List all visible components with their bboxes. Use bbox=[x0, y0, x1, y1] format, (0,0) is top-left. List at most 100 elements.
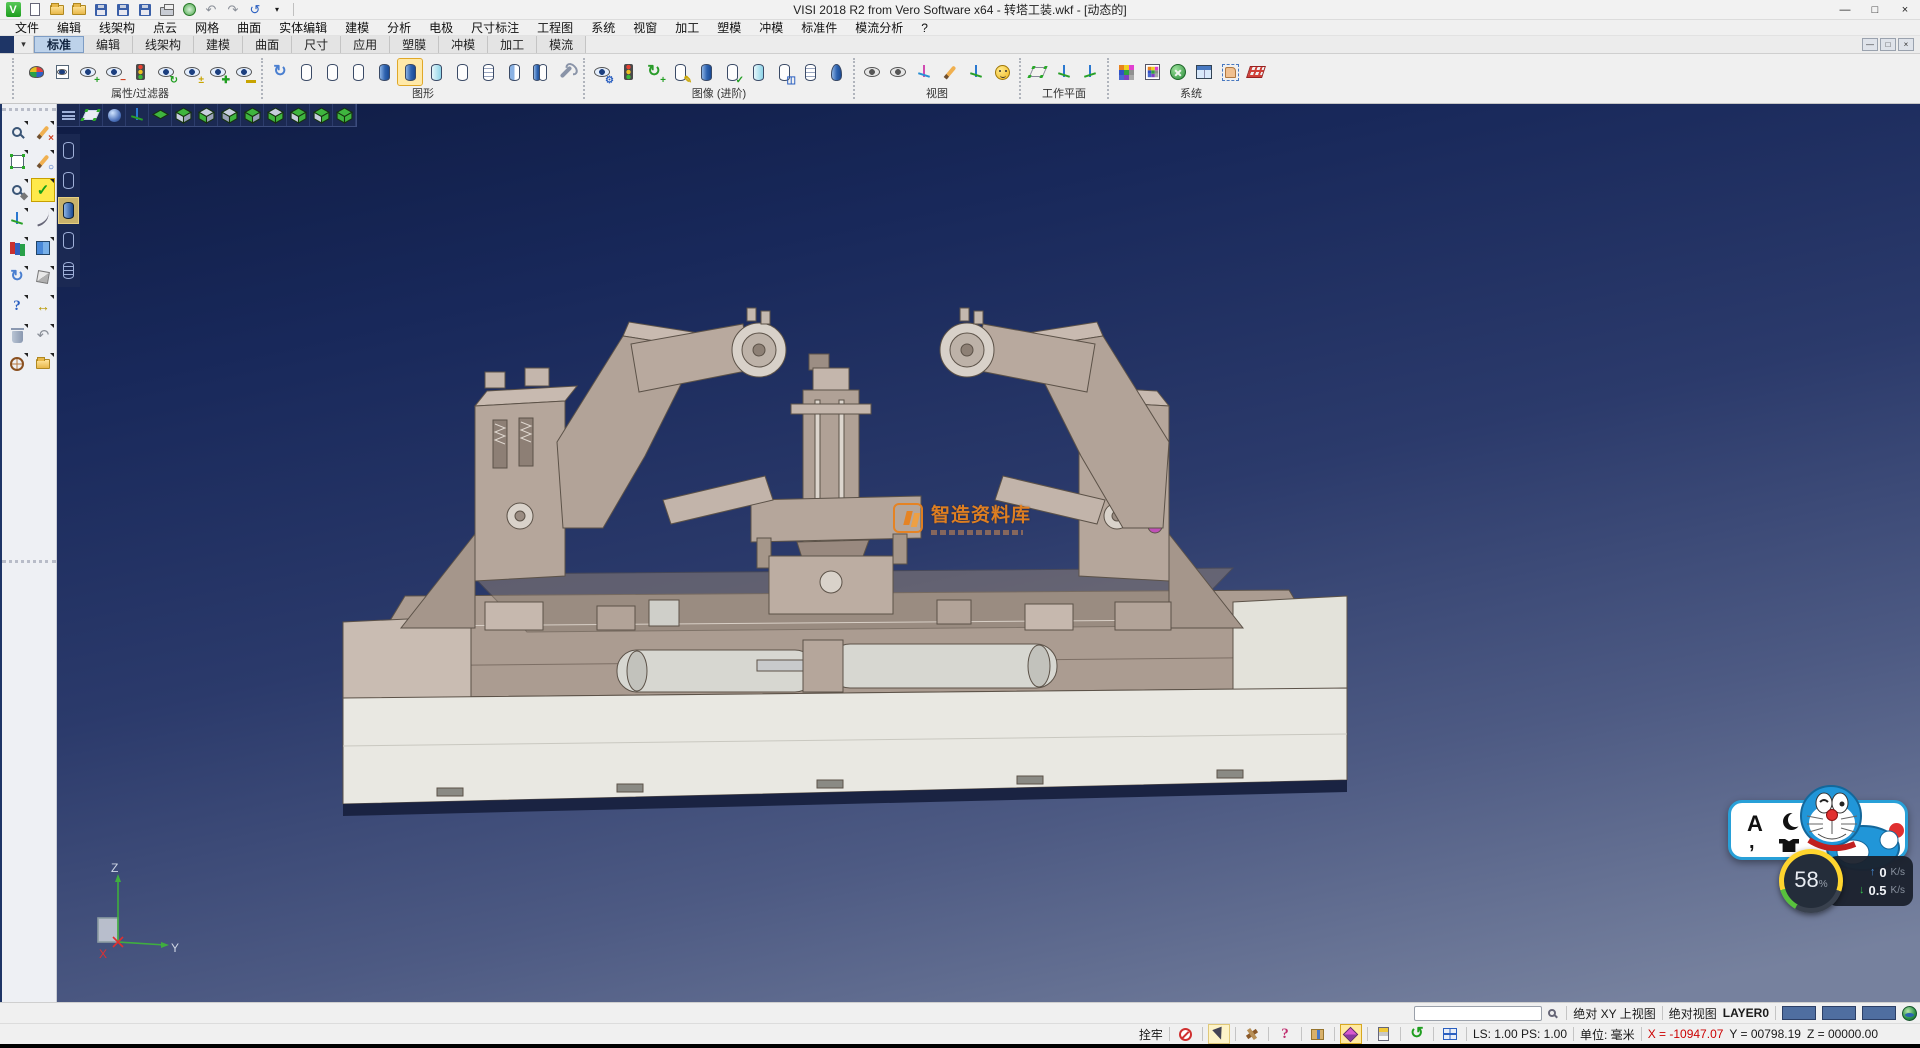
menu-drawing[interactable]: 工程图 bbox=[528, 20, 582, 36]
qat-dropdown-icon[interactable]: ▾ bbox=[268, 2, 286, 18]
lock-toggle[interactable]: 拴牢 bbox=[1139, 1026, 1163, 1043]
toggle-visibility-icon[interactable]: ± bbox=[180, 59, 204, 85]
dashed-display-icon[interactable] bbox=[346, 59, 370, 85]
color-swatch-1[interactable] bbox=[1782, 1006, 1816, 1020]
workplane-axes-icon[interactable] bbox=[1052, 59, 1076, 85]
search-icon[interactable] bbox=[1548, 1009, 1556, 1017]
tab-flow[interactable]: 模流 bbox=[537, 36, 586, 53]
select-search-icon[interactable] bbox=[6, 121, 28, 143]
axis-orientation-icon[interactable] bbox=[126, 104, 149, 126]
close-button[interactable]: × bbox=[1890, 0, 1920, 19]
pin-view-icon[interactable] bbox=[824, 59, 848, 85]
tab-machining[interactable]: 加工 bbox=[488, 36, 537, 53]
import-file-icon[interactable] bbox=[70, 2, 88, 18]
show-entities-icon[interactable]: + bbox=[76, 59, 100, 85]
menu-pointcloud[interactable]: 点云 bbox=[144, 20, 186, 36]
menu-die[interactable]: 冲模 bbox=[750, 20, 792, 36]
menu-modeling[interactable]: 建模 bbox=[336, 20, 378, 36]
save-icon[interactable] bbox=[92, 2, 110, 18]
viewport-menu-icon[interactable] bbox=[57, 104, 80, 126]
menu-machining[interactable]: 加工 bbox=[666, 20, 708, 36]
view-sketch-icon[interactable] bbox=[938, 59, 962, 85]
menu-mesh[interactable]: 网格 bbox=[186, 20, 228, 36]
mdi-restore-button[interactable]: □ bbox=[1880, 38, 1896, 51]
redraw-icon[interactable]: ↻ bbox=[268, 59, 292, 85]
view-top-icon[interactable] bbox=[149, 104, 172, 126]
render-settings-icon[interactable]: ⚙ bbox=[590, 59, 614, 85]
tab-die[interactable]: 冲模 bbox=[439, 36, 488, 53]
layer-list-icon[interactable] bbox=[1374, 1025, 1394, 1043]
new-file-icon[interactable] bbox=[26, 2, 44, 18]
maximize-button[interactable]: □ bbox=[1860, 0, 1890, 19]
layers-palette-icon[interactable] bbox=[6, 237, 28, 259]
save-all-icon[interactable] bbox=[136, 2, 154, 18]
ucs-display-icon[interactable] bbox=[1341, 1025, 1361, 1043]
ucs-axis-icon[interactable] bbox=[6, 208, 28, 230]
view-smiley-icon[interactable] bbox=[990, 59, 1014, 85]
project-folder-icon[interactable] bbox=[32, 353, 54, 375]
workplane-define-icon[interactable] bbox=[1026, 59, 1050, 85]
tab-mold[interactable]: 塑膜 bbox=[390, 36, 439, 53]
menu-mold[interactable]: 塑模 bbox=[708, 20, 750, 36]
copy-attributes-icon[interactable] bbox=[50, 59, 74, 85]
hide-entities-icon[interactable]: − bbox=[102, 59, 126, 85]
tools-hammer-icon[interactable] bbox=[1242, 1025, 1262, 1043]
view-iso-right-icon[interactable] bbox=[333, 104, 356, 126]
tab-edit[interactable]: 编辑 bbox=[84, 36, 133, 53]
layer-indicator[interactable]: LAYER0 bbox=[1723, 1006, 1769, 1020]
snap-off-icon[interactable] bbox=[1176, 1025, 1196, 1043]
minimize-button[interactable]: — bbox=[1830, 0, 1860, 19]
workplane-align-icon[interactable] bbox=[1078, 59, 1102, 85]
menu-analysis[interactable]: 分析 bbox=[378, 20, 420, 36]
globe-icon[interactable] bbox=[1902, 1006, 1917, 1021]
system-tools-icon[interactable] bbox=[1166, 59, 1190, 85]
menu-help[interactable]: ? bbox=[912, 20, 937, 36]
solid-clip-icon[interactable]: ◫ bbox=[772, 59, 796, 85]
edit-shading-icon[interactable]: ✎ bbox=[668, 59, 692, 85]
window-tile-icon[interactable] bbox=[32, 237, 54, 259]
preview-icon[interactable] bbox=[180, 2, 198, 18]
display-settings-icon[interactable] bbox=[554, 59, 578, 85]
shaded-edges-display-icon[interactable] bbox=[398, 59, 422, 85]
refresh-view-icon[interactable]: ↻ bbox=[6, 266, 28, 288]
absolute-view-mode[interactable]: 绝对视图 bbox=[1669, 1005, 1717, 1022]
render-sphere-icon[interactable] bbox=[103, 104, 126, 126]
tab-modeling[interactable]: 建模 bbox=[194, 36, 243, 53]
mdi-close-button[interactable]: × bbox=[1898, 38, 1914, 51]
undo-icon[interactable]: ↶ bbox=[32, 324, 54, 346]
selection-hand-icon[interactable] bbox=[1218, 59, 1242, 85]
modify-attributes-icon[interactable] bbox=[24, 59, 48, 85]
delete-icon[interactable] bbox=[6, 324, 28, 346]
view-iso-icon[interactable] bbox=[172, 104, 195, 126]
absolute-view-label[interactable]: 绝对 XY 上视图 bbox=[1573, 1005, 1655, 1022]
tab-dropdown-icon[interactable]: ▾ bbox=[14, 36, 34, 53]
validate-icon[interactable]: ✓ bbox=[32, 179, 54, 201]
delete-sketch-icon[interactable]: × bbox=[32, 121, 54, 143]
measure-distance-icon[interactable]: ↔ bbox=[32, 295, 54, 317]
refresh-visibility-icon[interactable]: ↻ bbox=[154, 59, 178, 85]
plane-select-icon[interactable] bbox=[6, 150, 28, 172]
view-iso-left-icon[interactable] bbox=[310, 104, 333, 126]
command-search-input[interactable] bbox=[1414, 1006, 1542, 1021]
wireframe-display-icon[interactable] bbox=[294, 59, 318, 85]
color-table-icon[interactable] bbox=[1114, 59, 1138, 85]
filter-trafficlight-icon[interactable] bbox=[128, 59, 152, 85]
redo-icon[interactable]: ↷ bbox=[224, 2, 242, 18]
strip-mesh-icon[interactable] bbox=[59, 258, 78, 283]
strip-ghost-icon[interactable] bbox=[59, 228, 78, 253]
context-help-icon[interactable]: ? bbox=[1275, 1025, 1295, 1043]
progress-gauge[interactable]: 58 % bbox=[1779, 849, 1843, 913]
pick-cursor-icon[interactable] bbox=[1209, 1025, 1229, 1043]
view-prev-icon[interactable] bbox=[860, 59, 884, 85]
menu-system[interactable]: 系统 bbox=[582, 20, 624, 36]
comma-icon[interactable]: , bbox=[1749, 831, 1755, 854]
tab-wireframe[interactable]: 线架构 bbox=[133, 36, 194, 53]
section-display-icon[interactable] bbox=[528, 59, 552, 85]
solid-transparent-icon[interactable] bbox=[746, 59, 770, 85]
view-bottom-icon[interactable] bbox=[287, 104, 310, 126]
strip-shaded-icon[interactable] bbox=[59, 198, 78, 223]
menu-file[interactable]: 文件 bbox=[6, 20, 48, 36]
menu-wireframe[interactable]: 线架构 bbox=[90, 20, 144, 36]
view-back-icon[interactable] bbox=[264, 104, 287, 126]
help-icon[interactable]: ? bbox=[6, 295, 28, 317]
